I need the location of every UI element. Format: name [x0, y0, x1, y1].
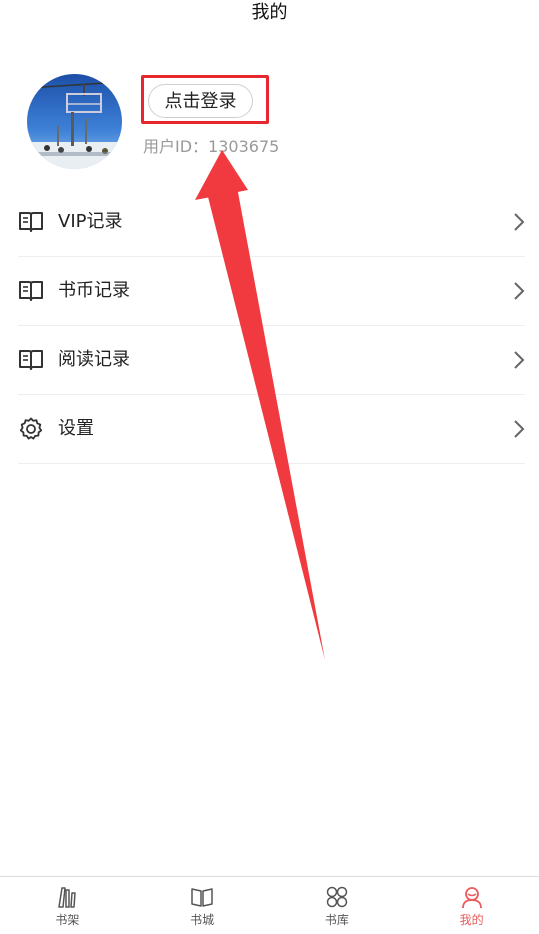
chevron-right-icon	[514, 420, 525, 438]
tab-label: 我的	[459, 913, 484, 927]
avatar[interactable]	[27, 74, 122, 169]
tab-label: 书库	[324, 913, 349, 927]
menu-item-label: VIP记录	[58, 211, 123, 232]
grid-circles-icon	[326, 886, 348, 908]
menu-item-vip-record[interactable]: VIP记录	[18, 188, 525, 257]
menu-item-coin-record[interactable]: 书币记录	[18, 257, 525, 326]
login-button[interactable]: 点击登录	[148, 84, 253, 118]
menu-item-label: 书币记录	[58, 280, 130, 301]
tab-bookstore[interactable]: 书城	[135, 877, 270, 934]
chevron-right-icon	[514, 351, 525, 369]
book-icon	[19, 281, 43, 301]
gear-icon	[19, 417, 43, 440]
avatar-photo	[27, 74, 122, 169]
book-icon	[19, 350, 43, 370]
settings-menu: VIP记录 书币记录 阅读记录 设置	[18, 188, 525, 464]
menu-item-label: 设置	[58, 418, 94, 439]
tab-mine[interactable]: 我的	[404, 877, 539, 934]
tab-label: 书城	[190, 913, 215, 927]
menu-item-settings[interactable]: 设置	[18, 395, 525, 464]
chevron-right-icon	[514, 213, 525, 231]
menu-item-reading-record[interactable]: 阅读记录	[18, 326, 525, 395]
book-icon	[19, 212, 43, 232]
user-id-text: 用户ID：1303675	[143, 137, 280, 156]
bookshelf-icon	[58, 887, 77, 908]
person-icon	[461, 887, 482, 909]
tab-library[interactable]: 书库	[270, 877, 405, 934]
tab-bookshelf[interactable]: 书架	[0, 877, 135, 934]
bottom-tab-bar: 书架 书城 书库 我的	[0, 876, 539, 934]
menu-item-label: 阅读记录	[58, 349, 130, 370]
page-title: 我的	[251, 2, 288, 23]
book-open-icon	[191, 888, 213, 907]
tab-label: 书架	[55, 913, 80, 927]
chevron-right-icon	[514, 282, 525, 300]
